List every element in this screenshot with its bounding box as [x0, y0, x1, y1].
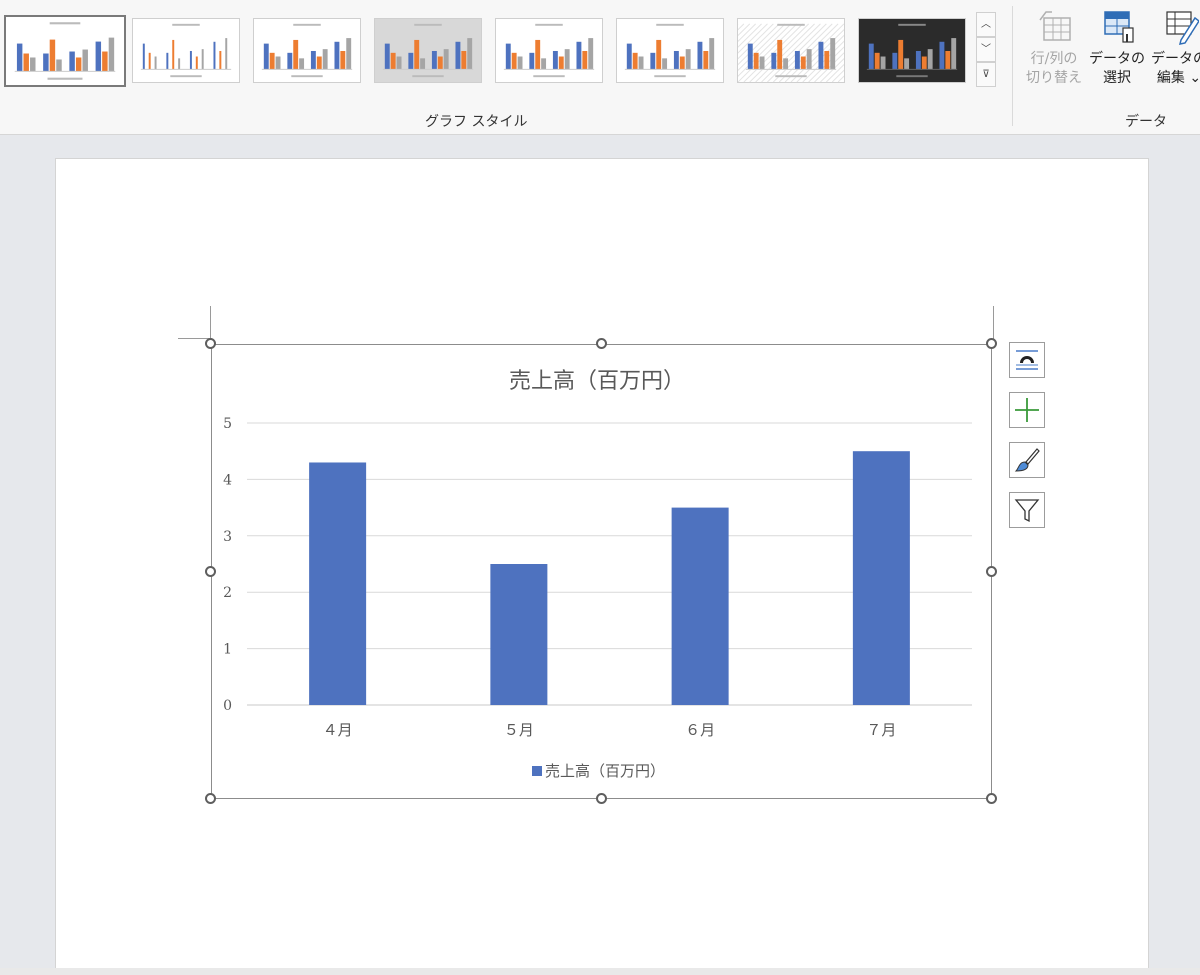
resize-handle-top-right[interactable]: [986, 338, 997, 349]
chart-style-thumbnail[interactable]: [737, 18, 845, 83]
y-tick-label: 4: [223, 472, 232, 488]
gallery-scroll-up-button[interactable]: ︿: [976, 12, 996, 37]
layout-options-icon: [1016, 350, 1038, 370]
bar: [671, 507, 729, 705]
edit-data-label-2: 編集 ⌄: [1156, 70, 1200, 86]
group-separator: [1012, 6, 1013, 126]
edit-data-button[interactable]: データの 編集 ⌄: [1150, 4, 1200, 104]
gallery-more-button[interactable]: ⊽: [976, 62, 996, 87]
select-data-label-2: 選択: [1103, 70, 1131, 86]
crop-mark: [993, 306, 994, 340]
switch-row-column-icon: [1034, 6, 1074, 46]
x-tick-label: ５月: [504, 721, 534, 739]
chart-elements-icon: [1015, 398, 1039, 422]
chart-style-thumbnail[interactable]: [858, 18, 966, 83]
bar: [852, 451, 910, 705]
select-data-icon: [1097, 6, 1137, 46]
layout-options-button[interactable]: [1009, 342, 1045, 378]
chart-styles-group-label: グラフ スタイル: [425, 114, 528, 130]
y-tick-label: 3: [223, 529, 232, 545]
switch-row-column-button[interactable]: 行/列の 切り替え: [1025, 4, 1083, 104]
resize-handle-bottom[interactable]: [596, 793, 607, 804]
resize-handle-bottom-left[interactable]: [205, 793, 216, 804]
select-data-button[interactable]: データの 選択: [1088, 4, 1146, 104]
chart-style-gallery: [4, 14, 974, 94]
resize-handle-right[interactable]: [986, 566, 997, 577]
chart-side-tools: [1009, 342, 1047, 542]
resize-handle-top[interactable]: [596, 338, 607, 349]
y-tick-label: 1: [223, 642, 232, 658]
resize-handle-top-left[interactable]: [205, 338, 216, 349]
y-tick-label: 0: [223, 698, 232, 714]
y-tick-label: 5: [223, 416, 232, 432]
edit-data-label-1: データの: [1151, 51, 1200, 67]
chart-title[interactable]: 売上高（百万円）: [509, 369, 685, 394]
data-group-label: データ: [1125, 114, 1167, 130]
chart-style-thumbnail[interactable]: [4, 15, 126, 87]
chart-style-thumbnail[interactable]: [374, 18, 482, 83]
bar: [309, 462, 367, 705]
chart-style-thumbnail[interactable]: [253, 18, 361, 83]
select-data-label-1: データの: [1089, 51, 1145, 67]
ribbon: ︿ ﹀ ⊽ グラフ スタイル 行/列の 切り替え データの 選択 データ 編集 …: [0, 0, 1200, 135]
chart-styles-button[interactable]: [1009, 442, 1045, 478]
edit-data-icon: [1159, 6, 1200, 46]
legend-swatch: [532, 766, 542, 776]
legend-label: 売上高（百万円）: [545, 762, 665, 780]
y-tick-label: 2: [223, 585, 232, 601]
gallery-scrollbar: ︿ ﹀ ⊽: [976, 12, 996, 92]
bar-chart: 売上高（百万円） 0 1 2 3 4 5 ４月 ５月 ６月 ７月 売上高（百万円）: [223, 369, 972, 780]
x-tick-label: ６月: [685, 721, 715, 739]
chart-elements-button[interactable]: [1009, 392, 1045, 428]
chart-style-thumbnail[interactable]: [495, 18, 603, 83]
chart-style-thumbnail[interactable]: [132, 18, 240, 83]
chart-styles-icon: [1014, 448, 1040, 472]
resize-handle-bottom-right[interactable]: [986, 793, 997, 804]
chart-filters-button[interactable]: [1009, 492, 1045, 528]
x-tick-label: ４月: [323, 721, 353, 739]
status-bar-edge: [0, 968, 1200, 975]
x-tick-label: ７月: [866, 721, 896, 739]
chart-area[interactable]: 売上高（百万円） 0 1 2 3 4 5 ４月 ５月 ６月 ７月 売上高（百万円）: [211, 344, 992, 799]
switch-row-column-label-2: 切り替え: [1026, 70, 1082, 86]
crop-mark: [210, 306, 211, 340]
switch-row-column-label-1: 行/列の: [1030, 51, 1078, 67]
bar: [490, 564, 548, 705]
chart-style-thumbnail[interactable]: [616, 18, 724, 83]
resize-handle-left[interactable]: [205, 566, 216, 577]
gallery-scroll-down-button[interactable]: ﹀: [976, 37, 996, 62]
chart-filters-icon: [1014, 499, 1040, 523]
